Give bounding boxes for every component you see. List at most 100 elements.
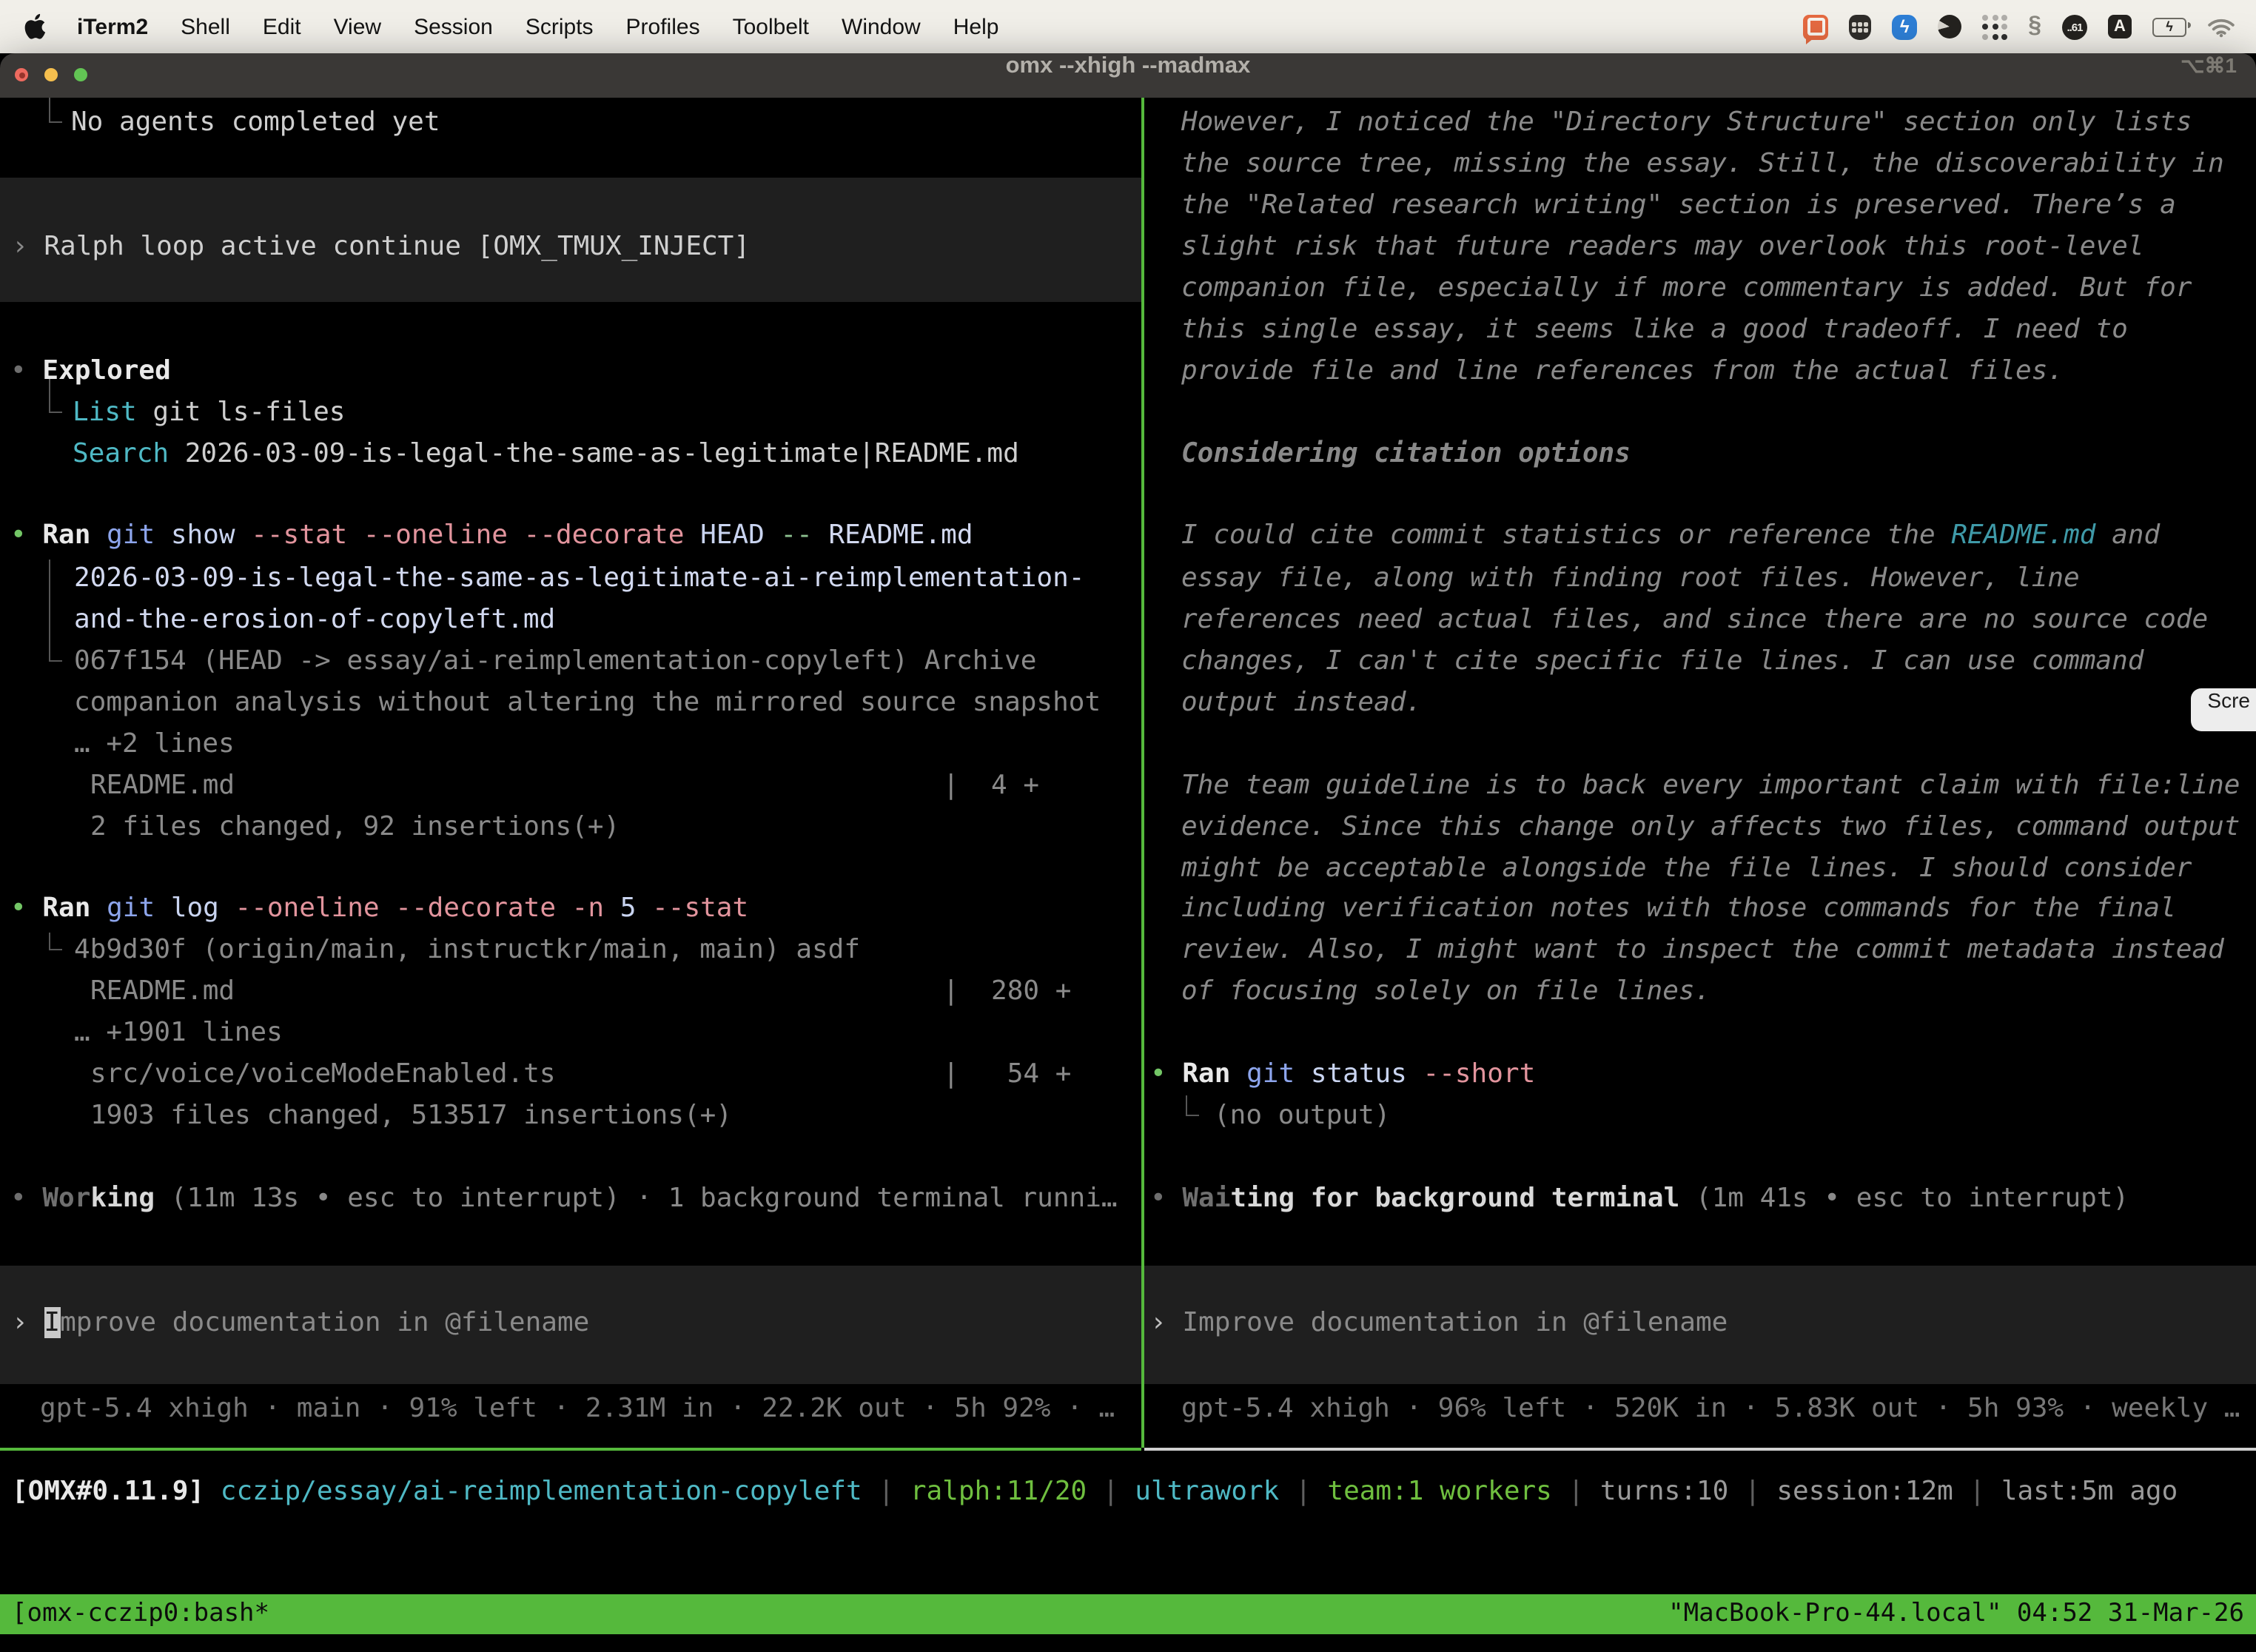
bullet-icon: •: [10, 520, 42, 551]
omx-branch-path: cczip/essay/ai-reimplementation-copyleft: [221, 1476, 879, 1507]
lightning-icon[interactable]: ϟ: [1892, 14, 1917, 39]
prompt-input-line[interactable]: › Improve documentation in @filename: [1150, 1301, 1728, 1344]
text-cursor: I: [44, 1307, 60, 1338]
cmd-arg: 5: [620, 893, 652, 924]
stat-summary: 2 files changed, 92 insertions(+): [90, 805, 620, 848]
window-shortcut-badge: ⌥⌘1: [2181, 53, 2237, 78]
omx-ultrawork: ultrawork: [1135, 1476, 1295, 1507]
reasoning-line: the "Related research writing" section i…: [1181, 184, 2176, 226]
explored-search-line: Search 2026-03-09-is-legal-the-same-as-l…: [73, 432, 1019, 475]
omx-session-time: session:12m: [1776, 1476, 1969, 1507]
menu-item-toolbelt[interactable]: Toolbelt: [716, 14, 825, 39]
cmd-flags: --stat --oneline --decorate: [251, 520, 700, 551]
screen-overlay-button[interactable]: Scre: [2191, 688, 2256, 731]
tree-connector: [49, 98, 62, 123]
tmux-window-label[interactable]: [omx-cczip0:bash*: [12, 1594, 269, 1634]
window-titlebar[interactable]: omx --xhigh --madmax ⌥⌘1: [0, 53, 2256, 98]
cmd-flags: --oneline --decorate -n: [235, 893, 620, 924]
ran-git-log-line: • Ran git log --oneline --decorate -n 5 …: [10, 887, 748, 930]
reasoning-line: The team guideline is to back every impo…: [1181, 764, 2240, 807]
working-shimmer-dim: Wor: [42, 1183, 90, 1214]
terminal-window: omx --xhigh --madmax ⌥⌘1 No agents compl…: [0, 53, 2256, 1652]
pie-icon[interactable]: [1938, 15, 1961, 38]
tree-connector: [1186, 1095, 1199, 1116]
squiggle-icon[interactable]: §: [2028, 13, 2041, 40]
menu-item-profiles[interactable]: Profiles: [610, 14, 716, 39]
search-verb: Search: [73, 438, 185, 469]
waiting-shimmer-dim: Wai: [1182, 1183, 1230, 1214]
menu-item-window[interactable]: Window: [825, 14, 937, 39]
waiting-detail: (1m 41s • esc to interrupt): [1679, 1183, 2129, 1214]
menu-item-view[interactable]: View: [318, 14, 398, 39]
battery-icon[interactable]: ϟ: [2152, 17, 2186, 36]
reasoning-line: However, I noticed the "Directory Struct…: [1181, 101, 2192, 144]
cmd-git: git: [107, 893, 171, 924]
dots-grid-icon[interactable]: [1982, 14, 2007, 39]
status-icons: ϟ § ..61 A ϟ: [1803, 13, 2235, 40]
reasoning-line: review. Also, I might want to inspect th…: [1181, 928, 2224, 971]
filename-wrap-2: and-the-erosion-of-copyleft.md: [74, 598, 555, 641]
shield-icon[interactable]: [1849, 14, 1871, 39]
reasoning-header: Considering citation options: [1181, 432, 1631, 475]
model-status-line: gpt-5.4 xhigh · main · 91% left · 2.31M …: [40, 1387, 1115, 1430]
filename-wrap-1: 2026-03-09-is-legal-the-same-as-legitima…: [74, 557, 1084, 600]
omx-last-activity: last:5m ago: [2001, 1476, 2178, 1507]
menu-item-scripts[interactable]: Scripts: [509, 14, 610, 39]
list-cmd: git ls-files: [152, 397, 345, 428]
screen: iTerm2 Shell Edit View Session Scripts P…: [0, 0, 2256, 1652]
close-button[interactable]: [15, 68, 28, 81]
bullet-icon: •: [10, 893, 42, 924]
working-status-line: • Working (11m 13s • esc to interrupt) ·…: [10, 1177, 1118, 1220]
apple-menu-icon[interactable]: [24, 13, 46, 40]
minimize-button[interactable]: [44, 68, 58, 81]
model-status-line: gpt-5.4 xhigh · 96% left · 520K in · 5.8…: [1181, 1387, 2240, 1430]
agents-note: No agents completed yet: [71, 101, 440, 144]
stat-row: README.md| 280 +: [90, 970, 2256, 1013]
menu-item-app[interactable]: iTerm2: [61, 14, 164, 39]
reasoning-line: including verification notes with those …: [1181, 887, 2176, 930]
banner-prompt: ›: [12, 231, 44, 262]
waiting-status-line: • Waiting for background terminal (1m 41…: [1150, 1177, 2129, 1220]
menu-item-shell[interactable]: Shell: [164, 14, 246, 39]
pane-divider-vertical[interactable]: [1141, 98, 1144, 1448]
menu-item-edit[interactable]: Edit: [246, 14, 318, 39]
menu-bar: iTerm2 Shell Edit View Session Scripts P…: [0, 0, 2256, 53]
more-lines-note: … +1901 lines: [74, 1011, 283, 1054]
menu-item-session[interactable]: Session: [397, 14, 509, 39]
menu-item-help[interactable]: Help: [937, 14, 1015, 39]
input-source-icon[interactable]: A: [2108, 15, 2132, 38]
reasoning-line: I could cite commit statistics or refere…: [1181, 514, 2160, 557]
no-output-note: (no output): [1214, 1094, 1390, 1137]
cmd-flags: --short: [1423, 1058, 1536, 1089]
commit-line-1: 067f154 (HEAD -> essay/ai-reimplementati…: [74, 639, 1036, 682]
ran-git-show-line: • Ran git show --stat --oneline --decora…: [10, 514, 973, 557]
ran-label: Ran: [42, 520, 107, 551]
prompt-input-line[interactable]: › Improve documentation in @filename: [12, 1301, 589, 1344]
wifi-icon[interactable]: [2207, 16, 2235, 38]
zoom-button[interactable]: [74, 68, 87, 81]
reasoning-line: might be acceptable alongside the file l…: [1181, 847, 2192, 890]
ran-git-status-line: • Ran git status --short: [1150, 1052, 1535, 1095]
window-title: omx --xhigh --madmax: [0, 53, 2256, 80]
cmd-head: HEAD: [700, 520, 780, 551]
pane-border-bottom-left: [0, 1448, 1141, 1451]
cmd-flags: --stat: [652, 893, 748, 924]
prompt-chevron: ›: [12, 1307, 44, 1338]
reasoning-line: changes, I can't cite specific file line…: [1181, 639, 2143, 682]
cmd-sub: log: [171, 893, 235, 924]
reasoning-line: evidence. Since this change only affects…: [1181, 805, 2240, 848]
battery-percent-icon[interactable]: ..61: [2062, 14, 2087, 39]
input-placeholder: mprove documentation in @filename: [60, 1307, 589, 1338]
chat-icon[interactable]: [1803, 14, 1828, 39]
more-lines-note: … +2 lines: [74, 722, 235, 765]
separator: |: [878, 1476, 910, 1507]
tmux-host-clock: "MacBook-Pro-44.local" 04:52 31-Mar-26: [1668, 1594, 2244, 1634]
input-placeholder: Improve documentation in @filename: [1182, 1307, 1728, 1338]
list-verb: List: [73, 397, 152, 428]
explored-list-line: List git ls-files: [73, 391, 345, 434]
pane-border-bottom-right: [1144, 1448, 2256, 1451]
banner-text: Ralph loop active continue [OMX_TMUX_INJ…: [44, 231, 750, 262]
readme-link[interactable]: README.md: [1951, 520, 2095, 551]
omx-ralph-counter: ralph:11/20: [910, 1476, 1103, 1507]
prompt-chevron: ›: [1150, 1307, 1182, 1338]
